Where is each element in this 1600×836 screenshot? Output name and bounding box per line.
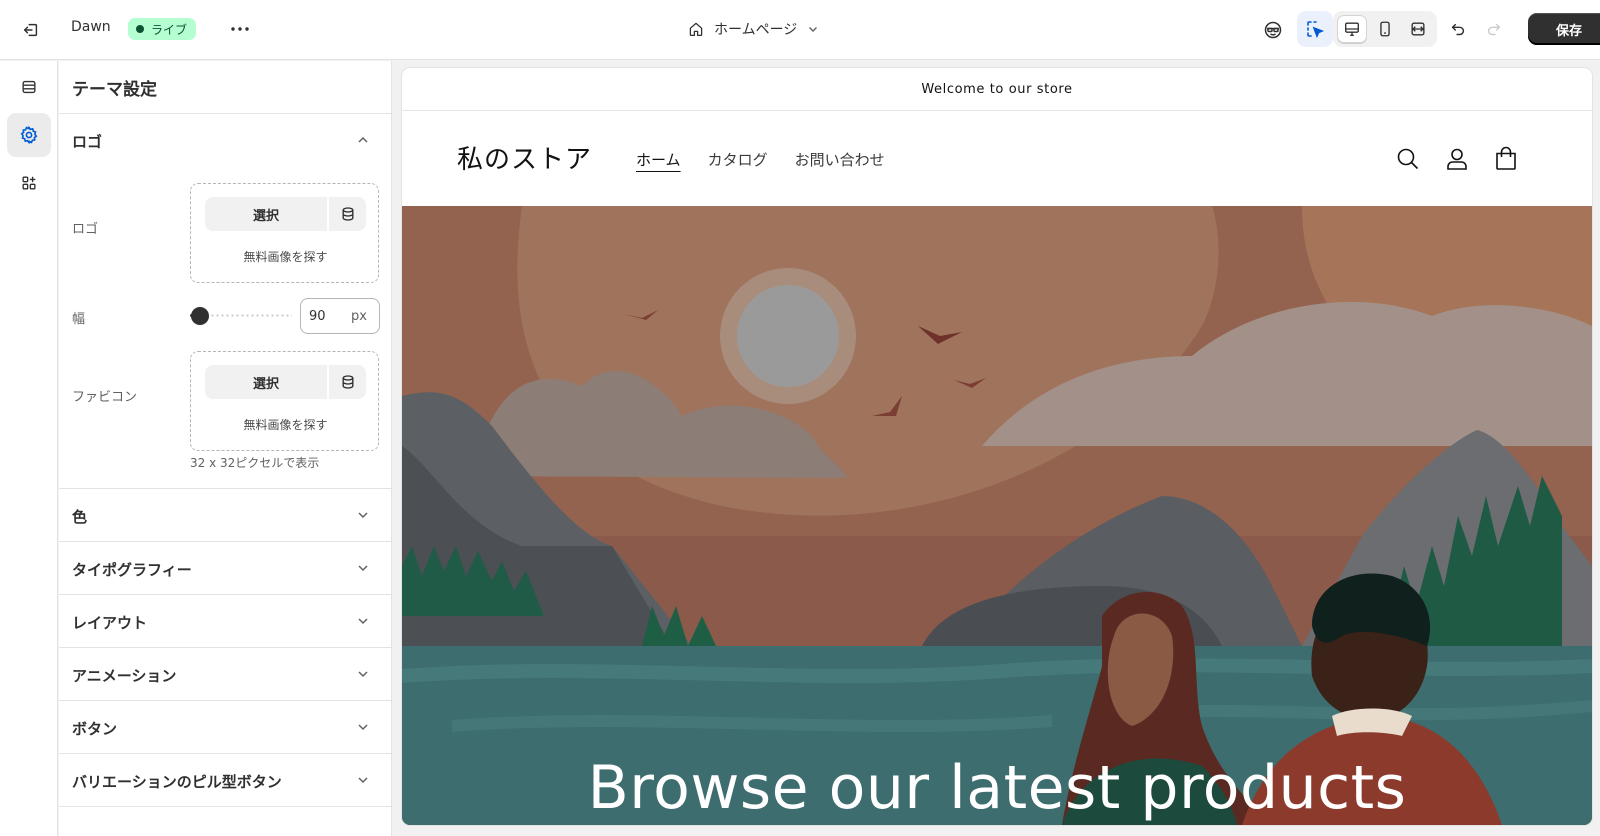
gear-icon <box>20 125 38 145</box>
logo-field-label: ロゴ <box>72 222 99 237</box>
favicon-field-label: ファビコン <box>72 390 138 405</box>
favicon-image-picker: 選択 無料画像を探す <box>190 351 379 451</box>
section-title: タイポグラフィー <box>72 560 192 579</box>
section-header[interactable]: 色 <box>59 489 391 543</box>
rail-apps-button[interactable] <box>7 161 51 205</box>
live-status-badge: ライブ <box>128 18 197 40</box>
section-header[interactable]: レイアウト <box>59 595 391 649</box>
chevron-down-icon <box>809 27 818 32</box>
section-logo-header[interactable]: ロゴ <box>59 114 391 168</box>
store-header-icons <box>1395 146 1519 172</box>
rail-sections-button[interactable] <box>7 65 51 109</box>
redo-icon[interactable] <box>1479 15 1509 45</box>
section-header[interactable]: タイポグラフィー <box>59 542 391 596</box>
nav-home[interactable]: ホーム <box>636 149 681 170</box>
panel-title: テーマ設定 <box>72 80 157 100</box>
live-status-label: ライブ <box>151 22 188 37</box>
desktop-icon <box>1345 22 1359 36</box>
favicon-free-images-link[interactable]: 無料画像を探す <box>191 416 380 433</box>
search-icon[interactable] <box>1395 146 1421 172</box>
account-icon[interactable] <box>1444 146 1470 172</box>
nav-catalog[interactable]: カタログ <box>708 149 768 170</box>
inspector-toggle[interactable] <box>1297 11 1333 47</box>
divider <box>59 806 391 807</box>
width-input-unit: px <box>351 309 367 324</box>
home-icon <box>689 22 703 37</box>
store-nav: ホーム カタログ お問い合わせ <box>636 149 885 170</box>
section-header[interactable]: アニメーション <box>59 648 391 702</box>
hero-banner: Browse our latest products <box>402 206 1592 825</box>
chevron-down-icon <box>358 618 368 625</box>
apps-icon <box>22 176 36 190</box>
database-icon <box>342 207 353 221</box>
rail-theme-settings-button[interactable] <box>7 113 51 157</box>
chevron-down-icon <box>358 512 368 519</box>
hero-illustration <box>402 206 1592 825</box>
favicon-library-button[interactable] <box>329 365 366 399</box>
exit-icon[interactable] <box>18 17 44 43</box>
mobile-icon <box>1380 21 1390 37</box>
section-title: ボタン <box>72 719 118 738</box>
logo-free-images-link[interactable]: 無料画像を探す <box>191 248 380 265</box>
editor-topbar: Dawn ライブ ホームページ 保存 <box>0 0 1600 60</box>
logo-select-button[interactable]: 選択 <box>205 197 327 231</box>
cart-icon[interactable] <box>1493 146 1519 172</box>
more-actions-icon[interactable] <box>227 16 253 42</box>
mobile-view-button[interactable] <box>1370 15 1400 43</box>
width-input[interactable]: 90 px <box>300 298 380 334</box>
store-logo[interactable]: 私のストア <box>457 139 592 176</box>
chevron-down-icon <box>358 777 368 784</box>
logo-image-picker: 選択 無料画像を探す <box>190 183 379 283</box>
theme-name: Dawn <box>71 19 111 35</box>
section-title: アニメーション <box>72 666 177 685</box>
section-title: レイアウト <box>72 613 148 632</box>
ai-assistant-icon[interactable] <box>1258 15 1288 45</box>
page-selector-label: ホームページ <box>714 22 798 38</box>
save-button[interactable]: 保存 <box>1528 13 1600 45</box>
select-cursor-icon <box>1307 21 1325 39</box>
editor-rail <box>0 61 58 836</box>
fullwidth-icon <box>1411 22 1425 36</box>
store-header: 私のストア ホーム カタログ お問い合わせ <box>402 111 1592 207</box>
section-title: 色 <box>72 507 88 526</box>
fullscreen-view-button[interactable] <box>1403 15 1433 43</box>
store-preview: Welcome to our store 私のストア ホーム カタログ お問い合… <box>402 68 1592 825</box>
page-selector[interactable]: ホームページ <box>688 16 819 42</box>
width-field-label: 幅 <box>72 312 86 327</box>
section-header[interactable]: バリエーションのピル型ボタン <box>59 754 391 808</box>
announcement-bar: Welcome to our store <box>402 68 1592 111</box>
undo-icon[interactable] <box>1443 15 1473 45</box>
sections-icon <box>22 80 36 94</box>
desktop-view-button[interactable] <box>1337 15 1367 43</box>
logo-library-button[interactable] <box>329 197 366 231</box>
section-logo-title: ロゴ <box>72 132 103 151</box>
width-input-value: 90 <box>309 309 326 324</box>
favicon-help-text: 32 x 32ピクセルで表示 <box>190 456 320 470</box>
nav-contact[interactable]: お問い合わせ <box>795 149 885 170</box>
section-title: バリエーションのピル型ボタン <box>72 772 282 791</box>
section-header[interactable]: ボタン <box>59 701 391 755</box>
favicon-select-button[interactable]: 選択 <box>205 365 327 399</box>
database-icon <box>342 375 353 389</box>
theme-settings-panel: テーマ設定 ロゴ ロゴ 選択 無料画像を探す 幅 90 px ファビコン 選択 … <box>59 61 392 836</box>
chevron-down-icon <box>358 671 368 678</box>
live-dot-icon <box>136 25 144 33</box>
width-slider-thumb[interactable] <box>191 307 210 325</box>
viewport-switcher <box>1333 11 1437 47</box>
chevron-down-icon <box>358 724 368 731</box>
hero-title: Browse our latest products <box>587 753 1407 823</box>
chevron-down-icon <box>358 565 368 572</box>
chevron-up-icon <box>358 136 368 143</box>
